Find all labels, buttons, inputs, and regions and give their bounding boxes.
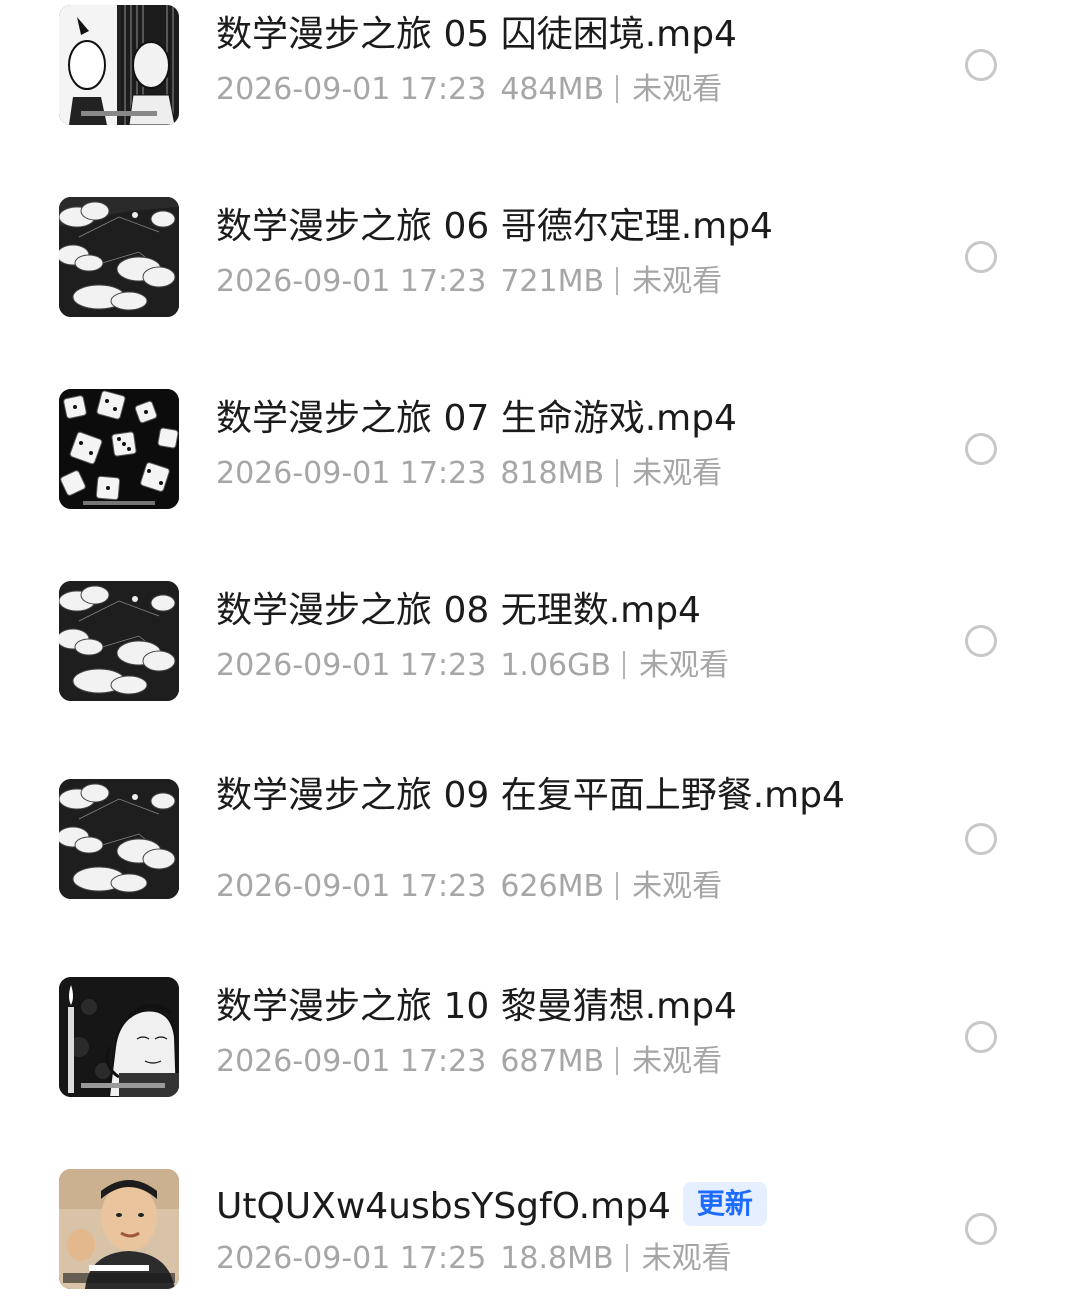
clouds-thumbnail-icon bbox=[59, 581, 179, 701]
select-radio[interactable] bbox=[965, 1213, 997, 1245]
file-size: 1.06GB bbox=[500, 648, 611, 683]
file-name: UtQUXw4usbsYSgfO.mp4 更新 bbox=[216, 1182, 866, 1230]
watch-status: 未观看 bbox=[632, 869, 723, 904]
file-date: 2026-09-01 17:23 bbox=[216, 456, 487, 491]
select-radio[interactable] bbox=[965, 433, 997, 465]
update-badge: 更新 bbox=[682, 1182, 767, 1226]
meta-divider bbox=[616, 267, 619, 295]
select-radio[interactable] bbox=[965, 625, 997, 657]
candle-thumbnail-icon bbox=[59, 977, 179, 1097]
file-size: 18.8MB bbox=[500, 1241, 614, 1276]
file-meta: 2026-09-01 17:23 818MB 未观看 bbox=[216, 454, 722, 494]
watch-status: 未观看 bbox=[632, 264, 723, 299]
file-name: 数学漫步之旅 10 黎曼猜想.mp4 bbox=[216, 986, 737, 1027]
file-name: 数学漫步之旅 05 囚徒困境.mp4 bbox=[216, 14, 737, 55]
person-thumbnail-icon bbox=[59, 1169, 179, 1289]
portraits-thumbnail-icon bbox=[59, 5, 179, 125]
file-name: 数学漫步之旅 06 哥德尔定理.mp4 bbox=[216, 206, 773, 247]
file-meta: 2026-09-01 17:23 1.06GB 未观看 bbox=[216, 646, 729, 686]
select-radio[interactable] bbox=[965, 241, 997, 273]
meta-divider bbox=[622, 651, 625, 679]
meta-divider bbox=[616, 75, 619, 103]
file-date: 2026-09-01 17:23 bbox=[216, 264, 487, 299]
file-size: 484MB bbox=[500, 72, 605, 107]
meta-divider bbox=[616, 872, 619, 900]
clouds-thumbnail-icon bbox=[59, 779, 179, 899]
watch-status: 未观看 bbox=[641, 1241, 732, 1276]
file-date: 2026-09-01 17:23 bbox=[216, 72, 487, 107]
watch-status: 未观看 bbox=[632, 1044, 723, 1079]
file-size: 721MB bbox=[500, 264, 605, 299]
file-size: 818MB bbox=[500, 456, 605, 491]
meta-divider bbox=[616, 459, 619, 487]
watch-status: 未观看 bbox=[632, 72, 723, 107]
watch-status: 未观看 bbox=[638, 648, 729, 683]
select-radio[interactable] bbox=[965, 823, 997, 855]
file-size: 687MB bbox=[500, 1044, 605, 1079]
file-date: 2026-09-01 17:25 bbox=[216, 1241, 487, 1276]
file-date: 2026-09-01 17:23 bbox=[216, 648, 487, 683]
file-name: 数学漫步之旅 08 无理数.mp4 bbox=[216, 590, 701, 631]
meta-divider bbox=[616, 1047, 619, 1075]
file-meta: 2026-09-01 17:25 18.8MB 未观看 bbox=[216, 1239, 732, 1279]
meta-divider bbox=[625, 1244, 628, 1272]
file-meta: 2026-09-01 17:23 687MB 未观看 bbox=[216, 1042, 722, 1082]
file-list: 数学漫步之旅 05 囚徒困境.mp4 2026-09-01 17:23 484MB… bbox=[0, 0, 1079, 1307]
clouds-thumbnail-icon bbox=[59, 197, 179, 317]
file-name: 数学漫步之旅 09 在复平面上野餐.mp4 bbox=[216, 775, 845, 816]
select-radio[interactable] bbox=[965, 1021, 997, 1053]
file-name: 数学漫步之旅 07 生命游戏.mp4 bbox=[216, 398, 737, 439]
file-meta: 2026-09-01 17:23 721MB 未观看 bbox=[216, 262, 722, 302]
file-size: 626MB bbox=[500, 869, 605, 904]
select-radio[interactable] bbox=[965, 49, 997, 81]
watch-status: 未观看 bbox=[632, 456, 723, 491]
file-meta: 2026-09-01 17:23 626MB 未观看 bbox=[216, 867, 722, 907]
file-meta: 2026-09-01 17:23 484MB 未观看 bbox=[216, 70, 722, 110]
file-date: 2026-09-01 17:23 bbox=[216, 1044, 487, 1079]
file-date: 2026-09-01 17:23 bbox=[216, 869, 487, 904]
dice-thumbnail-icon bbox=[59, 389, 179, 509]
